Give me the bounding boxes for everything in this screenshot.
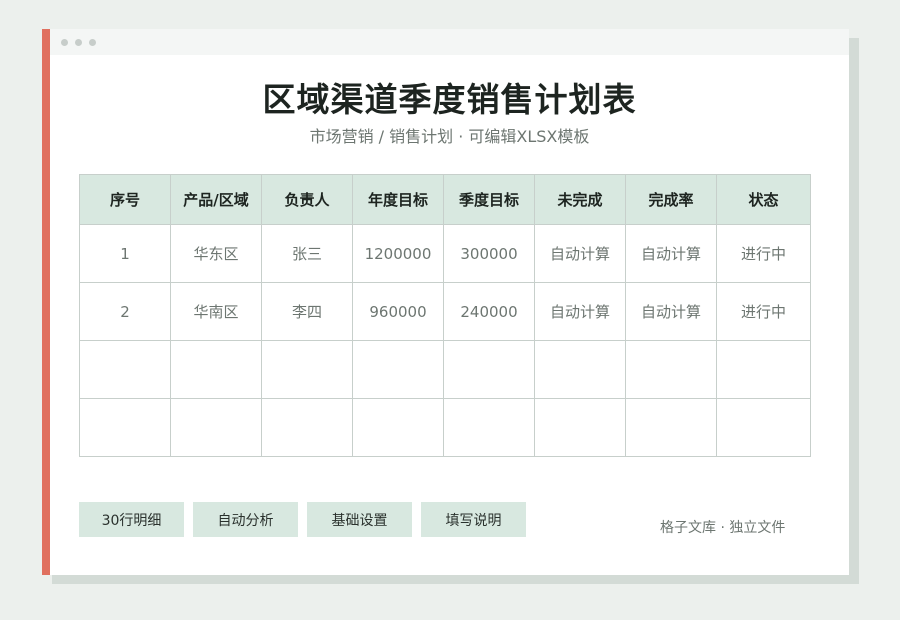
stage: 区域渠道季度销售计划表 市场营销 / 销售计划 · 可编辑XLSX模板 序号 产… <box>0 0 900 620</box>
table-cell[interactable]: 自动计算 <box>534 282 626 341</box>
basic-settings-button[interactable]: 基础设置 <box>307 502 412 537</box>
auto-analysis-button[interactable]: 自动分析 <box>193 502 298 537</box>
table-cell[interactable] <box>716 340 811 399</box>
fill-instructions-button[interactable]: 填写说明 <box>421 502 526 537</box>
table-cell[interactable]: 2 <box>79 282 171 341</box>
table-cell[interactable]: 自动计算 <box>534 224 626 283</box>
table-cell[interactable]: 张三 <box>261 224 353 283</box>
table-row: 2 华南区 李四 960000 240000 自动计算 自动计算 进行中 <box>79 282 811 341</box>
window-topbar <box>50 29 849 55</box>
window-dot-icon <box>61 39 68 46</box>
table-cell[interactable] <box>534 340 626 399</box>
column-header: 产品/区域 <box>170 174 262 225</box>
page-title: 区域渠道季度销售计划表 <box>262 80 637 119</box>
accent-bar <box>42 29 50 575</box>
table-cell[interactable]: 240000 <box>443 282 535 341</box>
table-cell[interactable]: 李四 <box>261 282 353 341</box>
plan-table: 序号 产品/区域 负责人 年度目标 季度目标 未完成 完成率 状态 1 华东区 … <box>79 174 811 457</box>
column-header: 完成率 <box>625 174 717 225</box>
column-header: 未完成 <box>534 174 626 225</box>
table-row: 1 华东区 张三 1200000 300000 自动计算 自动计算 进行中 <box>79 224 811 283</box>
table-cell[interactable] <box>261 398 353 457</box>
table-cell[interactable]: 自动计算 <box>625 282 717 341</box>
column-header: 负责人 <box>261 174 353 225</box>
column-header: 序号 <box>79 174 171 225</box>
page-subtitle: 市场营销 / 销售计划 · 可编辑XLSX模板 <box>309 127 590 146</box>
table-cell[interactable]: 自动计算 <box>625 224 717 283</box>
table-cell[interactable]: 进行中 <box>716 224 811 283</box>
table-cell[interactable] <box>261 340 353 399</box>
table-cell[interactable] <box>79 340 171 399</box>
column-header: 状态 <box>716 174 811 225</box>
table-cell[interactable]: 960000 <box>352 282 444 341</box>
table-cell[interactable] <box>443 340 535 399</box>
column-header: 年度目标 <box>352 174 444 225</box>
table-cell[interactable]: 1200000 <box>352 224 444 283</box>
table-cell[interactable] <box>79 398 171 457</box>
window-dot-icon <box>89 39 96 46</box>
document-card: 区域渠道季度销售计划表 市场营销 / 销售计划 · 可编辑XLSX模板 序号 产… <box>50 29 849 575</box>
table-cell[interactable] <box>170 398 262 457</box>
table-cell[interactable] <box>352 398 444 457</box>
table-cell[interactable] <box>625 398 717 457</box>
detail-30-rows-button[interactable]: 30行明细 <box>79 502 184 537</box>
table-row <box>79 398 811 457</box>
footer-brand: 格子文库 · 独立文件 <box>660 520 786 536</box>
table-cell[interactable] <box>625 340 717 399</box>
table-cell[interactable]: 300000 <box>443 224 535 283</box>
table-cell[interactable]: 1 <box>79 224 171 283</box>
window-dot-icon <box>75 39 82 46</box>
table-cell[interactable] <box>716 398 811 457</box>
table-header-row: 序号 产品/区域 负责人 年度目标 季度目标 未完成 完成率 状态 <box>79 174 811 225</box>
table-cell[interactable] <box>352 340 444 399</box>
table-cell[interactable] <box>443 398 535 457</box>
table-cell[interactable]: 华东区 <box>170 224 262 283</box>
table-cell[interactable] <box>534 398 626 457</box>
column-header: 季度目标 <box>443 174 535 225</box>
table-row <box>79 340 811 399</box>
table-cell[interactable]: 华南区 <box>170 282 262 341</box>
table-cell[interactable] <box>170 340 262 399</box>
table-cell[interactable]: 进行中 <box>716 282 811 341</box>
